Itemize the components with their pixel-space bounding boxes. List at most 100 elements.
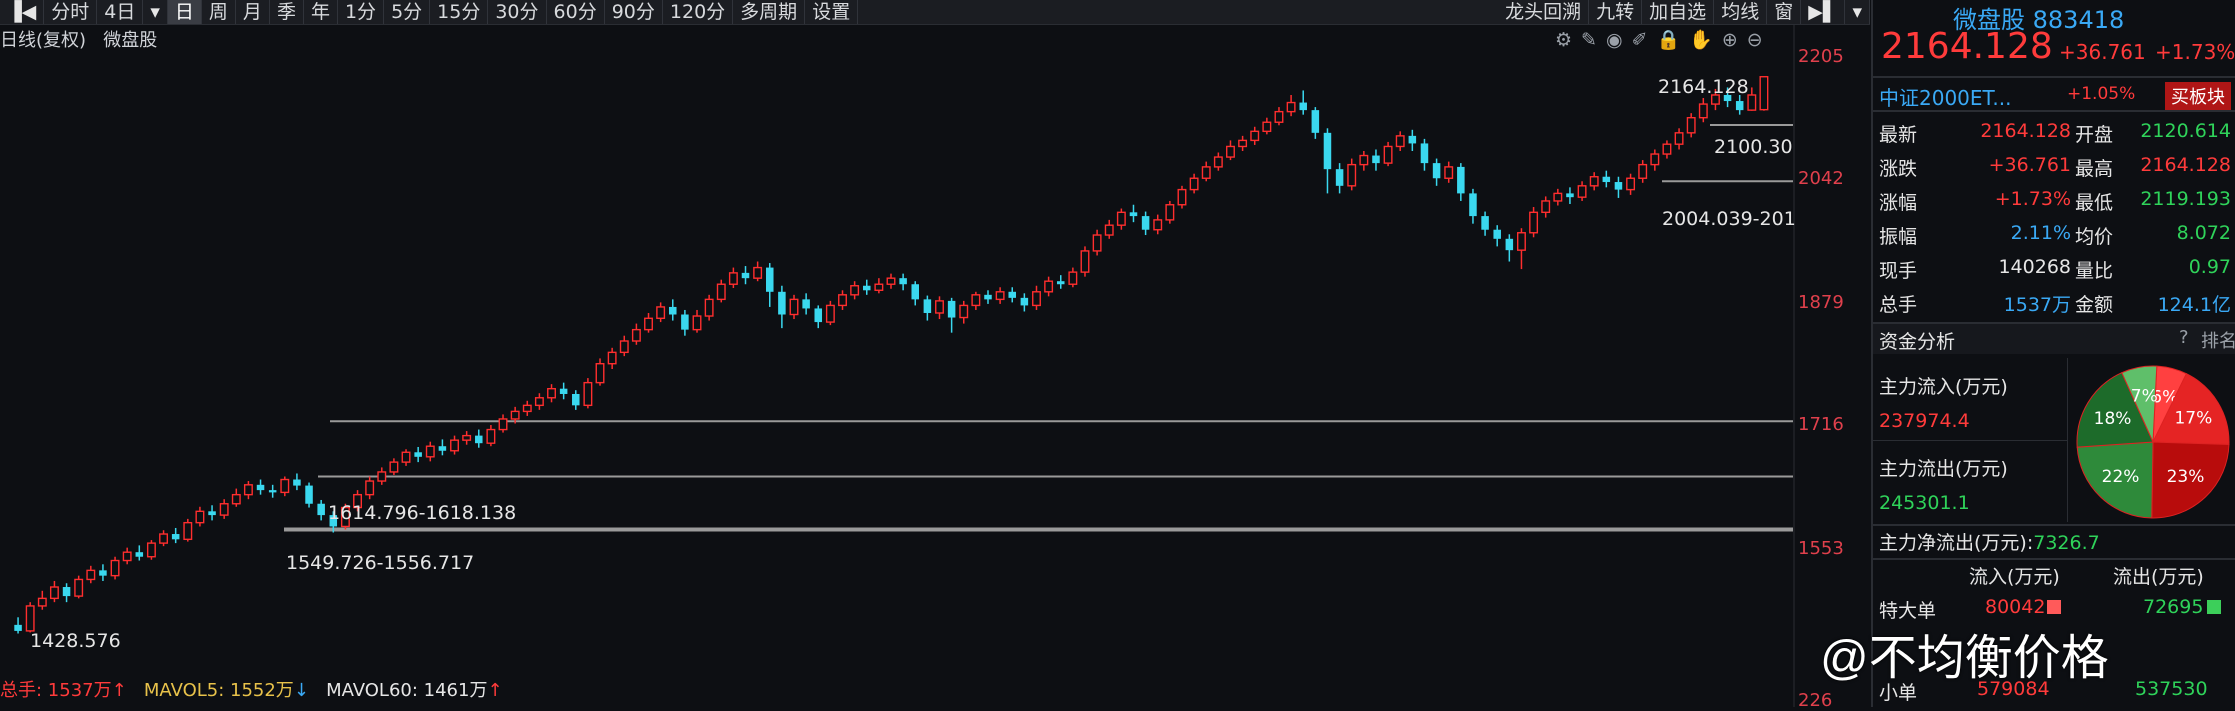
stock-change-pct: +1.73% — [2155, 40, 2235, 64]
candle-body — [522, 404, 532, 413]
candle-body — [293, 479, 301, 486]
candle — [1577, 181, 1587, 201]
quote-label: 均价 — [2075, 226, 2114, 248]
candle — [1286, 94, 1296, 117]
candle-body — [1201, 166, 1211, 179]
candle-body — [1650, 153, 1660, 166]
candle-body — [1092, 234, 1102, 252]
candle-body — [37, 597, 47, 607]
buy-block-button[interactable]: 买板块 — [2165, 82, 2231, 110]
candle — [862, 279, 871, 295]
candle — [1129, 204, 1138, 223]
candle — [1626, 173, 1636, 195]
net-flow-label: 主力净流出(万元): — [1879, 532, 2034, 554]
candle — [850, 281, 860, 300]
candle-body — [450, 439, 459, 452]
candle-body — [984, 294, 992, 300]
candle-body — [1577, 185, 1587, 198]
candle — [425, 441, 435, 462]
candle — [1347, 158, 1357, 191]
candle — [681, 309, 689, 336]
candle — [1395, 131, 1405, 152]
candle — [1226, 140, 1235, 161]
candle-body — [1250, 130, 1260, 142]
candle — [1674, 128, 1684, 150]
row-out: 537530 — [2135, 678, 2208, 700]
candle — [1516, 228, 1526, 270]
candle-body — [1674, 132, 1684, 145]
level-2100-annotation: 2100.30 — [1714, 136, 1793, 158]
candle-body — [1020, 297, 1029, 306]
row-in: 80042 — [1985, 596, 2046, 618]
candle-body — [183, 521, 193, 541]
candle — [1153, 214, 1163, 235]
candle — [1044, 276, 1054, 297]
candlestick-chart[interactable] — [0, 0, 1870, 707]
candle — [669, 299, 677, 321]
quote-value: 2164.128 — [2140, 154, 2231, 176]
candle-body — [1104, 224, 1114, 236]
candle-body — [1129, 212, 1138, 217]
candle-body — [595, 363, 605, 384]
candle — [778, 285, 786, 329]
candle — [1092, 229, 1102, 256]
watermark-text: @不均衡价格 — [1820, 632, 2109, 685]
net-flow-value: 7326.7 — [2033, 532, 2100, 554]
candle — [656, 302, 666, 323]
candle — [1505, 234, 1514, 262]
candle — [37, 590, 47, 610]
rank-link[interactable]: 排名 — [2201, 327, 2235, 353]
quote-label: 最新 — [1879, 124, 1918, 146]
help-icon[interactable]: ? — [2179, 327, 2189, 348]
candle — [984, 290, 992, 304]
candle — [838, 290, 847, 310]
quote-label: 最高 — [2075, 158, 2114, 180]
candle-body — [1420, 143, 1429, 164]
candle — [49, 580, 59, 603]
candle-body — [462, 434, 472, 441]
candle — [1493, 225, 1501, 247]
candle — [559, 382, 568, 400]
y-tick-2205: 2205 — [1798, 46, 1844, 67]
candle — [959, 300, 969, 324]
candle-body — [572, 393, 580, 406]
candle-body — [1686, 116, 1696, 134]
candle — [1299, 90, 1307, 115]
candle — [1238, 135, 1248, 152]
candle — [1116, 208, 1126, 230]
candle-body — [631, 328, 641, 342]
candle-body — [1626, 177, 1636, 191]
candle — [1589, 172, 1599, 191]
candle-body — [1311, 110, 1320, 133]
candle-body — [1299, 102, 1307, 111]
pie-label: 23% — [2167, 467, 2205, 487]
row-out: 72695 — [2143, 596, 2204, 618]
candle-body — [789, 298, 799, 316]
high-annotation: 2164.128 — [1658, 76, 1749, 98]
candle-body — [510, 410, 520, 420]
candle — [1566, 187, 1574, 204]
candle-body — [317, 503, 325, 516]
candle — [1457, 163, 1465, 201]
candle-body — [1008, 291, 1016, 298]
candle — [256, 479, 265, 495]
candle — [1141, 211, 1150, 236]
candle-body — [1566, 193, 1574, 198]
candle-body — [219, 503, 229, 516]
candle — [692, 309, 702, 333]
candle-body — [110, 559, 120, 577]
candle-body — [547, 387, 556, 399]
candle — [802, 293, 810, 315]
candle-body — [99, 570, 107, 576]
candle-body — [1432, 163, 1441, 179]
candle-body — [1469, 193, 1477, 217]
candle-body — [1698, 103, 1708, 119]
candle — [619, 335, 629, 357]
candle — [365, 476, 375, 500]
candle-body — [1080, 250, 1090, 273]
pie-label: 17% — [2174, 409, 2212, 429]
candle-body — [1177, 188, 1187, 206]
quote-value: 2164.128 — [1980, 120, 2071, 142]
stock-change: +36.761 — [2059, 40, 2146, 64]
etf-link[interactable]: 中证2000ET... — [1879, 82, 2011, 111]
